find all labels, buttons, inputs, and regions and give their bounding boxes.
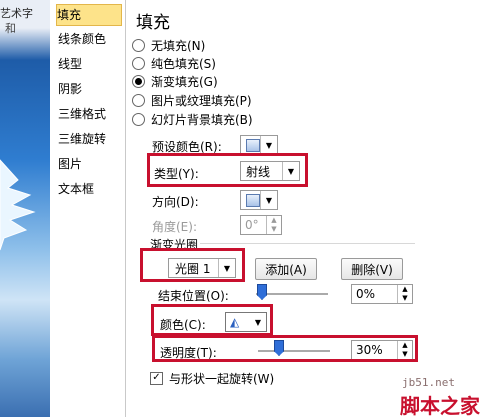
end-position-value: 0% (356, 287, 376, 301)
watermark-brand: 脚本之家 (400, 394, 480, 418)
nav-item-3d-format[interactable]: 三维格式 (58, 104, 120, 124)
rotate-with-shape-label: 与形状一起旋转(W) (169, 372, 275, 386)
radio-button-selected[interactable] (132, 74, 145, 88)
gradient-swatch-icon (246, 138, 260, 152)
end-position-label: 结束位置(O): (158, 289, 229, 303)
radio-label: 图片或纹理填充(P) (151, 93, 252, 108)
type-value: 射线 (246, 164, 271, 179)
direction-swatch-icon (246, 193, 260, 207)
rotate-with-shape-checkbox[interactable]: ✓ 与形状一起旋转(W) (150, 370, 274, 387)
wordart-tab-label[interactable]: 艺术字 (0, 5, 33, 21)
transparency-value: 30% (356, 343, 383, 357)
stop-select-value: 光圈 1 (175, 261, 211, 276)
radio-no-fill[interactable]: 无填充(N) (132, 36, 205, 54)
color-picker-dropdown[interactable]: ◭ ▼ (225, 312, 267, 332)
preset-colors-dropdown[interactable]: ▼ (240, 135, 278, 155)
radio-button[interactable] (132, 56, 145, 70)
delete-stop-button[interactable]: 删除(V) (341, 258, 403, 280)
radio-picture-fill[interactable]: 图片或纹理填充(P) (132, 91, 252, 109)
radio-slide-bg-fill[interactable]: 幻灯片背景填充(B) (132, 110, 253, 128)
nav-item-3d-rotation[interactable]: 三维旋转 (58, 129, 120, 149)
stop-select-dropdown[interactable]: 光圈 1 ▼ (168, 258, 236, 278)
angle-value: 0° (245, 218, 259, 232)
chevron-down-icon: ▼ (282, 162, 299, 180)
type-dropdown[interactable]: 射线 ▼ (240, 161, 300, 181)
paint-bucket-icon: ◭ (230, 315, 240, 329)
radio-button[interactable] (132, 112, 145, 126)
chevron-down-icon: ▼ (260, 191, 277, 209)
nav-item-textbox[interactable]: 文本框 (58, 179, 120, 199)
chevron-down-icon: ▼ (254, 317, 262, 327)
radio-label: 无填充(N) (151, 38, 206, 53)
direction-dropdown[interactable]: ▼ (240, 190, 278, 210)
nav-item-picture[interactable]: 图片 (58, 154, 120, 174)
radio-button[interactable] (132, 38, 145, 52)
transparency-spinner[interactable]: 30% ▲ ▼ (351, 340, 413, 360)
radio-button[interactable] (132, 93, 145, 107)
gradient-stops-label: 渐变光圈 (150, 238, 199, 252)
add-stop-button[interactable]: 添加(A) (255, 258, 317, 280)
nav-item-shadow[interactable]: 阴影 (58, 79, 120, 99)
spinner-arrows-icon[interactable]: ▲ ▼ (397, 341, 412, 359)
watermark-site: jb51.net (402, 376, 455, 389)
spinner-arrows-icon: ▲ ▼ (266, 216, 281, 234)
color-label: 颜色(C): (160, 318, 206, 332)
starburst-shape (0, 159, 36, 251)
nav-item-line-color[interactable]: 线条颜色 (58, 29, 120, 49)
chevron-down-icon: ▼ (218, 259, 235, 277)
spinner-arrows-icon[interactable]: ▲ ▼ (397, 285, 412, 303)
end-position-spinner[interactable]: 0% ▲ ▼ (351, 284, 413, 304)
radio-solid-fill[interactable]: 纯色填充(S) (132, 54, 216, 72)
angle-label: 角度(E): (152, 220, 197, 234)
transparency-slider[interactable] (258, 350, 330, 352)
ribbon-fragment: 和 (5, 22, 16, 35)
angle-spinner: 0° ▲ ▼ (240, 215, 282, 235)
radio-label: 纯色填充(S) (151, 56, 216, 71)
radio-label: 渐变填充(G) (151, 74, 218, 89)
category-nav: 填充 线条颜色 线型 阴影 三维格式 三维旋转 图片 文本框 (50, 0, 126, 417)
radio-gradient-fill[interactable]: 渐变填充(G) (132, 72, 218, 90)
checkmark-icon[interactable]: ✓ (150, 372, 163, 385)
nav-item-fill[interactable]: 填充 (56, 4, 122, 26)
chevron-down-icon: ▼ (260, 136, 277, 154)
direction-label: 方向(D): (152, 195, 199, 209)
nav-item-line-style[interactable]: 线型 (58, 54, 120, 74)
preset-colors-label: 预设颜色(R): (152, 140, 222, 154)
page-title: 填充 (136, 13, 170, 33)
type-label: 类型(Y): (154, 167, 199, 181)
transparency-label: 透明度(T): (160, 346, 217, 360)
radio-label: 幻灯片背景填充(B) (151, 112, 253, 127)
divider (200, 243, 415, 244)
